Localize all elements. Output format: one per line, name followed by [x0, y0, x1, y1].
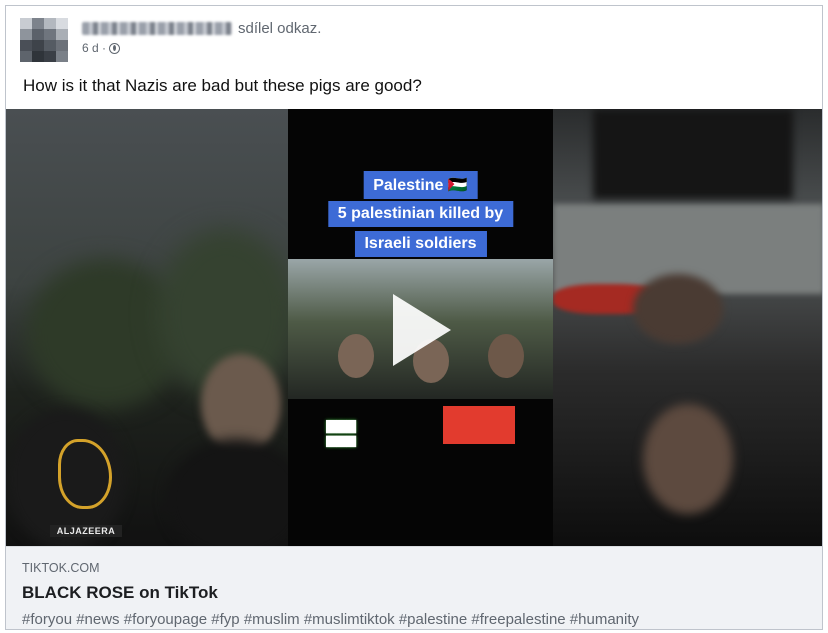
video-caption-line-3: Israeli soldiers [354, 231, 487, 257]
link-title[interactable]: BLACK ROSE on TikTok [22, 583, 218, 603]
link-preview[interactable]: TIKTOK.COM BLACK ROSE on TikTok #foryou … [6, 546, 822, 629]
share-action-text: sdílel odkaz. [238, 19, 322, 37]
tiktok-watermark-icon: ▇▇▇ ▆▆▆ [326, 418, 356, 447]
post-meta: 6 d · [82, 41, 121, 55]
post-text: How is it that Nazis are bad but these p… [23, 76, 422, 95]
globe-icon [109, 42, 121, 54]
link-domain: TIKTOK.COM [22, 561, 100, 575]
post-card: sdílel odkaz. 6 d · How is it that Nazis… [5, 5, 823, 630]
play-icon[interactable] [393, 294, 451, 366]
aljazeera-logo-text: ALJAZEERA [50, 525, 122, 537]
aljazeera-logo: ALJAZEERA [50, 439, 122, 539]
avatar[interactable] [20, 18, 68, 62]
red-overlay [443, 406, 515, 444]
link-description: #foryou #news #foryoupage #fyp #muslim #… [22, 611, 639, 628]
right-video-panel [553, 109, 822, 546]
left-video-panel: ALJAZEERA [6, 109, 288, 546]
video-caption-line-2: 5 palestinian killed by [327, 201, 514, 227]
author-name-blurred[interactable] [82, 21, 232, 35]
center-video-panel: Palestine 🇵🇸 5 palestinian killed by Isr… [288, 109, 553, 546]
aljazeera-mark-icon [58, 439, 112, 509]
video-thumbnail[interactable]: ALJAZEERA Palestine 🇵🇸 5 palestinian kil… [6, 109, 822, 546]
video-caption-line-1: Palestine 🇵🇸 [363, 171, 478, 199]
post-time[interactable]: 6 d · [82, 41, 106, 55]
author-line: sdílel odkaz. [82, 19, 321, 37]
